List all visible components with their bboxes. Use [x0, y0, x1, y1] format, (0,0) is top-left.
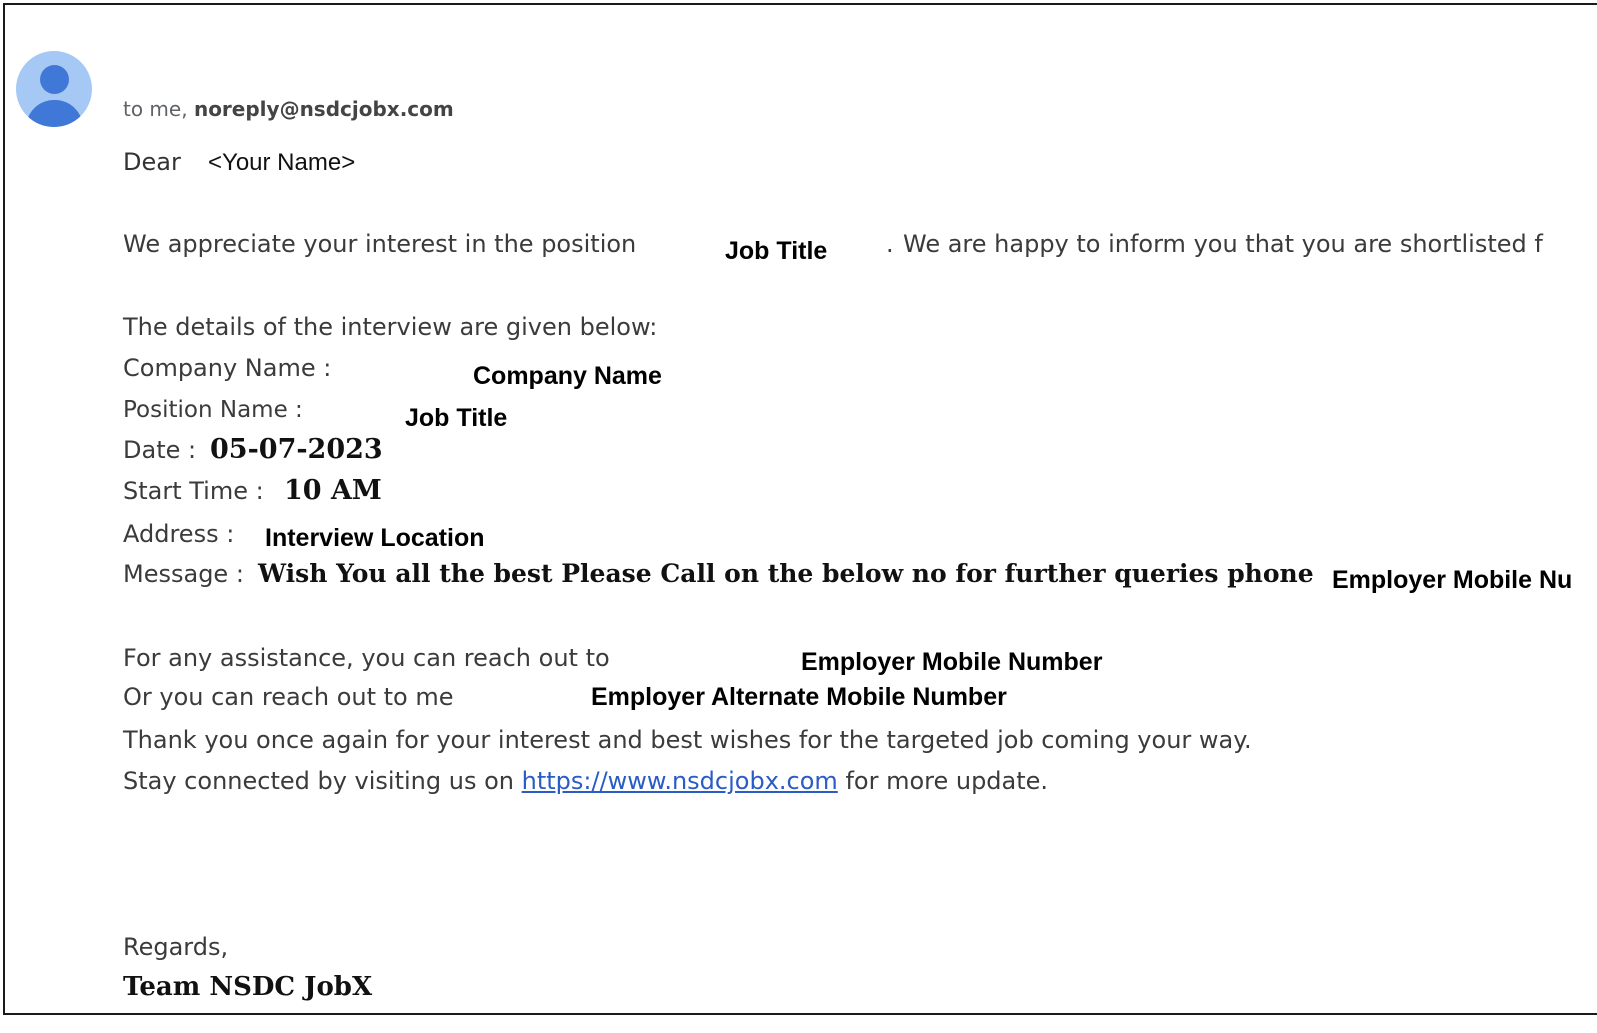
position-value: Job Title	[405, 404, 508, 432]
assistance-mobile: Employer Mobile Number	[801, 648, 1103, 676]
assistance-text: For any assistance, you can reach out to	[123, 644, 610, 672]
intro-dot: .	[886, 230, 894, 258]
message-label: Message :	[123, 560, 244, 588]
time-label: Start Time :	[123, 477, 264, 505]
recipient-line: to me, noreply@nsdcjobx.com	[123, 97, 454, 121]
avatar-head	[40, 65, 69, 94]
date-label: Date :	[123, 436, 197, 464]
intro-job-title: Job Title	[725, 237, 828, 265]
position-label: Position Name :	[123, 397, 303, 423]
message-phone: Employer Mobile Nu	[1332, 566, 1573, 594]
greeting-name: <Your Name>	[208, 149, 356, 176]
date-value: 05-07-2023	[210, 434, 383, 465]
company-value: Company Name	[473, 362, 662, 390]
company-label: Company Name :	[123, 354, 332, 382]
assistance-alt-text: Or you can reach out to me	[123, 683, 454, 711]
sender-email[interactable]: noreply@nsdcjobx.com	[194, 97, 454, 121]
time-value: 10 AM	[284, 475, 382, 506]
signature-team: Team NSDC JobX	[123, 972, 373, 1002]
intro-continuation: We are happy to inform you that you are …	[903, 230, 1543, 258]
avatar-body	[26, 100, 83, 127]
address-value: Interview Location	[265, 524, 485, 552]
address-label: Address :	[123, 520, 235, 548]
stay-suffix: for more update.	[845, 767, 1049, 795]
sender-avatar-icon[interactable]	[16, 51, 92, 127]
to-prefix: to me,	[123, 97, 188, 121]
greeting-dear: Dear	[123, 148, 181, 176]
closing-thanks: Thank you once again for your interest a…	[123, 726, 1252, 754]
nsdcjobx-link[interactable]: https://www.nsdcjobx.com	[522, 767, 838, 795]
message-value: Wish You all the best Please Call on the…	[258, 559, 1314, 588]
details-heading: The details of the interview are given b…	[123, 313, 658, 341]
assistance-alt-mobile: Employer Alternate Mobile Number	[591, 683, 1007, 711]
signature-regards: Regards,	[123, 933, 229, 961]
stay-prefix: Stay connected by visiting us on	[123, 767, 514, 795]
intro-text: We appreciate your interest in the posit…	[123, 230, 637, 258]
closing-stay-line: Stay connected by visiting us on https:/…	[123, 767, 1048, 795]
